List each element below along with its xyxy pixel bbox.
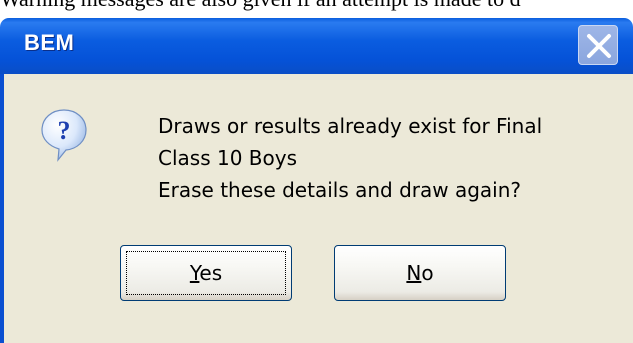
question-icon: ? <box>41 109 87 162</box>
dialog-titlebar[interactable]: BEM <box>0 18 633 74</box>
svg-text:?: ? <box>58 116 71 145</box>
dialog-message: Draws or results already exist for Final… <box>158 110 542 206</box>
message-line: Class 10 Boys <box>158 146 297 170</box>
dialog-body: ? Draws or results already exist for Fin… <box>0 74 633 343</box>
no-button-label: No <box>406 261 434 285</box>
document-text: Warning messages are also given if an at… <box>0 0 521 12</box>
message-dialog: BEM ? Draws or results already exist for… <box>0 18 633 343</box>
dialog-title: BEM <box>24 30 75 55</box>
message-line: Erase these details and draw again? <box>158 178 522 202</box>
yes-button-label: Yes <box>189 261 223 285</box>
close-icon <box>587 34 611 58</box>
message-line: Draws or results already exist for Final <box>158 114 543 138</box>
no-button[interactable]: No <box>334 245 506 301</box>
yes-button[interactable]: Yes <box>120 245 292 301</box>
screen: Warning messages are also given if an at… <box>0 0 633 343</box>
close-button[interactable] <box>578 25 618 65</box>
